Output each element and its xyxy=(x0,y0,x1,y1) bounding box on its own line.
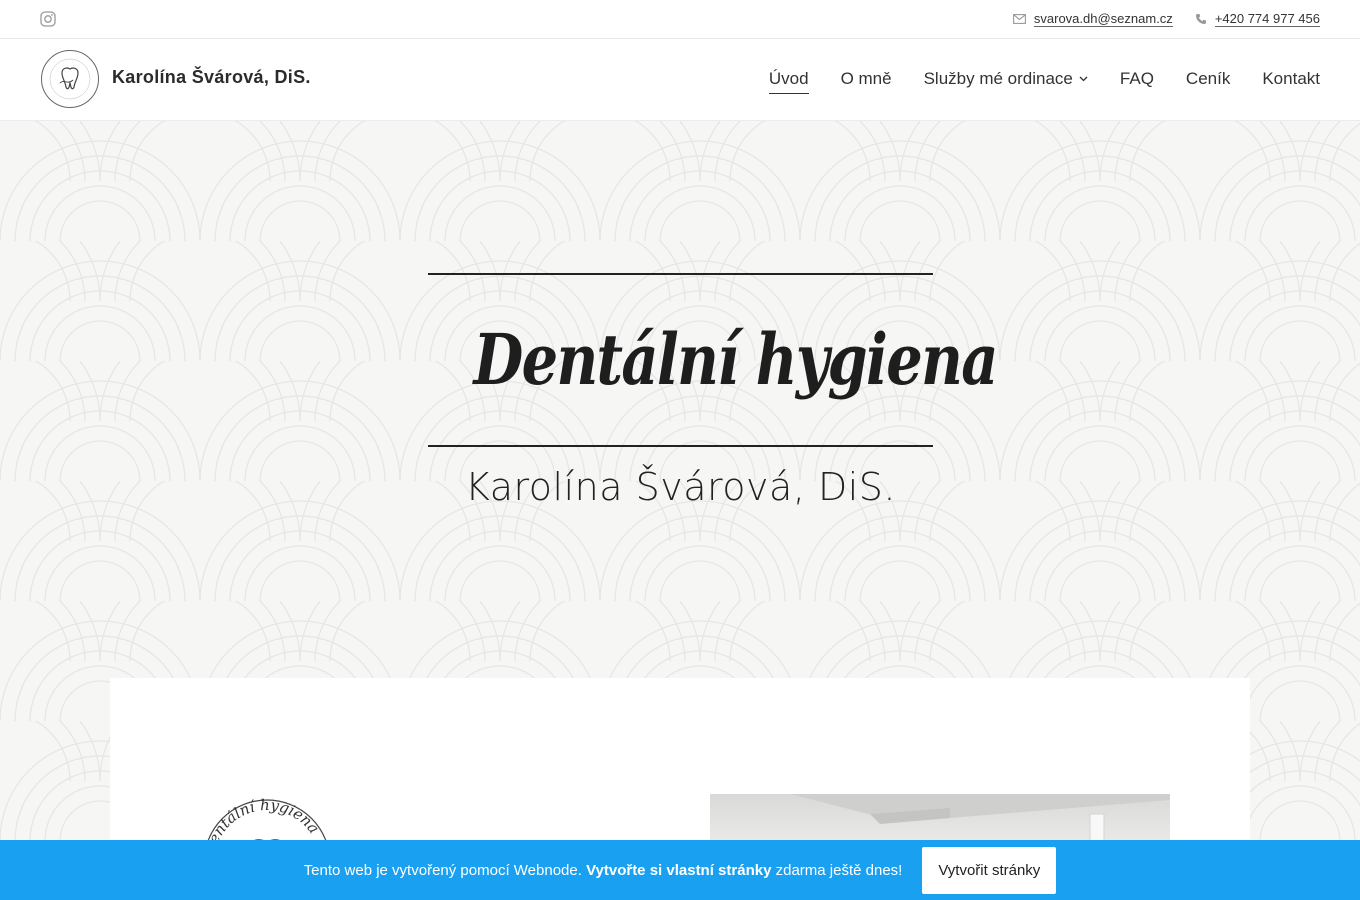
webnode-promo-bar: Tento web je vytvořený pomocí Webnode. V… xyxy=(0,840,1360,900)
webnode-promo-text: Tento web je vytvořený pomocí Webnode. V… xyxy=(304,862,903,879)
promo-link[interactable]: Vytvořte si vlastní stránky xyxy=(586,862,771,879)
chevron-down-icon xyxy=(1079,76,1088,82)
hero-subtitle: Karolína Švárová, DiS. xyxy=(464,465,897,509)
nav-item-sluzby[interactable]: Služby mé ordinace xyxy=(924,65,1088,93)
mail-icon xyxy=(1012,14,1026,24)
nav-item-faq[interactable]: FAQ xyxy=(1120,65,1154,93)
phone-icon xyxy=(1195,14,1206,24)
nav-item-kontakt[interactable]: Kontakt xyxy=(1262,65,1320,93)
hero-title: Dentální hygiena xyxy=(473,318,998,401)
promo-prefix: Tento web je vytvořený pomocí Webnode. xyxy=(303,861,587,879)
hero-bottom-divider xyxy=(428,445,933,447)
instagram-icon[interactable] xyxy=(40,11,56,27)
nav-item-cenik[interactable]: Ceník xyxy=(1186,65,1230,93)
email-contact: svarova.dh@seznam.cz xyxy=(1012,11,1173,27)
promo-suffix: zdarma ještě dnes! xyxy=(771,861,903,879)
phone-link[interactable]: +420 774 977 456 xyxy=(1214,11,1320,27)
nav-item-o-mne[interactable]: O mně xyxy=(841,65,892,93)
site-header: Karolína Švárová, DiS. Úvod O mně Služby… xyxy=(0,39,1360,121)
dental-logo-icon[interactable] xyxy=(40,49,100,109)
nav-label: O mně xyxy=(840,69,892,88)
hero-content: Dentální hygiena Karolína Švárová, DiS. xyxy=(428,273,998,509)
email-link[interactable]: svarova.dh@seznam.cz xyxy=(1033,11,1173,27)
create-site-button[interactable]: Vytvořit stránky xyxy=(922,846,1057,894)
brand-name[interactable]: Karolína Švárová, DiS. xyxy=(112,67,311,88)
nav-label: Ceník xyxy=(1185,69,1231,88)
nav-label: Úvod xyxy=(768,68,809,88)
nav-label: Služby mé ordinace xyxy=(923,69,1073,88)
nav-label: FAQ xyxy=(1119,69,1154,88)
main-nav: Úvod O mně Služby mé ordinace FAQ Ceník … xyxy=(768,39,1320,119)
contact-info: svarova.dh@seznam.cz +420 774 977 456 xyxy=(1012,0,1320,38)
phone-contact: +420 774 977 456 xyxy=(1195,11,1320,27)
nav-label: Kontakt xyxy=(1262,69,1320,88)
top-bar: svarova.dh@seznam.cz +420 774 977 456 xyxy=(0,0,1360,39)
nav-item-uvod[interactable]: Úvod xyxy=(768,65,809,94)
